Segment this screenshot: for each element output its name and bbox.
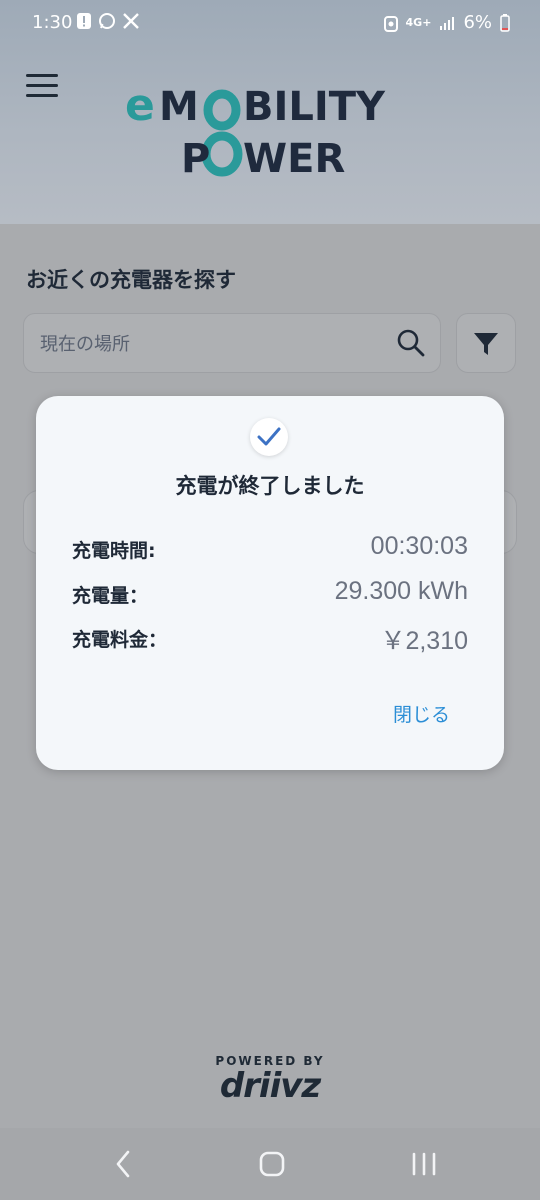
check-badge xyxy=(250,418,288,456)
network-type: 4G+ xyxy=(405,16,432,29)
recent-apps-icon[interactable] xyxy=(404,1148,444,1180)
battery-saver-icon xyxy=(383,15,398,32)
battery-icon xyxy=(500,13,510,32)
charging-fee-value: ￥2,310 xyxy=(380,627,468,655)
charging-time-row: 充電時間: 00:30:03 xyxy=(72,532,468,566)
filter-icon xyxy=(474,333,498,355)
driivz-logo: driivz xyxy=(219,1066,321,1106)
powered-by: POWERED BY driivz xyxy=(0,1054,540,1106)
svg-text:BILITY: BILITY xyxy=(243,84,386,130)
search-icon[interactable] xyxy=(396,328,426,358)
alert-icon xyxy=(77,13,91,29)
svg-text:P: P xyxy=(181,136,210,180)
charging-amount-value: 29.300 kWh xyxy=(334,577,468,605)
status-bar: 1:30 4G+ 6% xyxy=(0,0,540,48)
x-icon xyxy=(123,13,139,29)
signal-icon xyxy=(440,16,455,30)
location-search-input[interactable] xyxy=(38,314,382,374)
whatsapp-icon xyxy=(99,13,115,29)
svg-text:M: M xyxy=(159,84,199,130)
charging-time-label: 充電時間: xyxy=(72,540,156,562)
logo-infinity-mark xyxy=(201,89,243,177)
charging-amount-row: 充電量： 29.300 kWh xyxy=(72,577,468,611)
charging-fee-label: 充電料金： xyxy=(72,629,168,651)
home-icon[interactable] xyxy=(252,1148,292,1180)
battery-percent: 6% xyxy=(463,12,492,33)
system-nav-bar xyxy=(0,1128,540,1200)
back-icon[interactable] xyxy=(106,1148,146,1180)
filter-button[interactable] xyxy=(456,313,516,373)
close-button[interactable]: 閉じる xyxy=(393,700,450,727)
section-title: お近くの充電器を探す xyxy=(26,268,236,292)
search-box[interactable] xyxy=(23,313,441,374)
svg-text:e: e xyxy=(125,80,155,131)
emobility-power-logo: e M BILITY P WER xyxy=(125,80,386,180)
svg-text:WER: WER xyxy=(243,136,345,180)
charging-time-value: 00:30:03 xyxy=(370,532,468,560)
charging-complete-dialog: 充電が終了しました 充電時間: 00:30:03 充電量： 29.300 kWh… xyxy=(36,396,504,770)
check-icon xyxy=(257,427,281,446)
charging-amount-label: 充電量： xyxy=(72,585,149,607)
status-time: 1:30 xyxy=(32,12,73,33)
menu-icon[interactable] xyxy=(26,74,58,100)
dialog-title: 充電が終了しました xyxy=(175,474,365,498)
charging-fee-row: 充電料金： ￥2,310 xyxy=(72,621,468,655)
